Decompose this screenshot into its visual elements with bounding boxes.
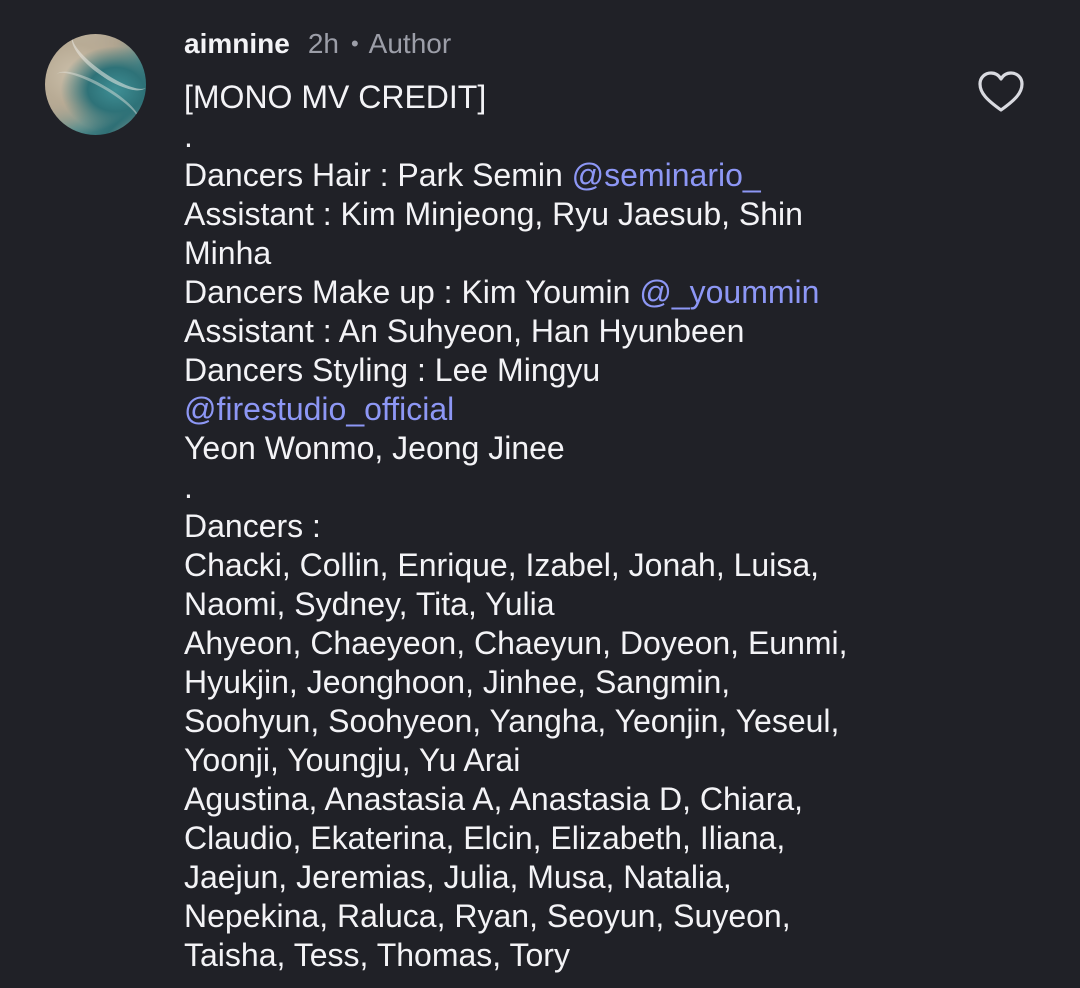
comment-text-line: . xyxy=(184,469,193,505)
comment-text-line: Ahyeon, Chaeyeon, Chaeyun, Doyeon, Eunmi… xyxy=(184,625,848,661)
separator-dot: • xyxy=(350,31,359,56)
comment-text-line: . xyxy=(184,118,193,154)
comment-text-line: Dancers Hair : Park Semin @seminario_ xyxy=(184,156,944,195)
comment-text-line: Assistant : An Suhyeon, Han Hyunbeen xyxy=(184,313,745,349)
comment-item: aimnine 2h • Author [MONO MV CREDIT] . D… xyxy=(0,0,1080,988)
comment-text-line: Nepekina, Raluca, Ryan, Seoyun, Suyeon, xyxy=(184,898,791,934)
comment-text-line: Yeon Wonmo, Jeong Jinee xyxy=(184,430,565,466)
credit-text: Dancers Hair : Park Semin xyxy=(184,157,572,193)
comment-text-line: Claudio, Ekaterina, Elcin, Elizabeth, Il… xyxy=(184,820,786,856)
mention-link[interactable]: @_yoummin xyxy=(639,274,819,310)
comment-text-line: Hyukjin, Jeonghoon, Jinhee, Sangmin, xyxy=(184,664,731,700)
comment-text-line: Naomi, Sydney, Tita, Yulia xyxy=(184,586,555,622)
heart-icon[interactable] xyxy=(977,70,1025,114)
comment-text-line: Jaejun, Jeremias, Julia, Musa, Natalia, xyxy=(184,859,732,895)
comment-text-line: Agustina, Anastasia A, Anastasia D, Chia… xyxy=(184,781,804,817)
comment-text-line: Minha xyxy=(184,235,272,271)
comment-text-line: Dancers Styling : Lee Mingyu xyxy=(184,352,601,388)
comment-text-line: [MONO MV CREDIT] xyxy=(184,79,487,115)
mention-link[interactable]: @firestudio_official xyxy=(184,390,944,429)
username-link[interactable]: aimnine xyxy=(184,28,290,60)
credit-text: Dancers Make up : Kim Youmin xyxy=(184,274,640,310)
comment-text-line: Dancers Make up : Kim Youmin @_yoummin xyxy=(184,273,944,312)
avatar[interactable] xyxy=(45,34,146,135)
timestamp: 2h xyxy=(307,28,339,59)
comment-text-line: Taisha, Tess, Thomas, Tory xyxy=(184,937,570,973)
author-badge: Author xyxy=(368,28,452,59)
comment-text-line: Yoonji, Youngju, Yu Arai xyxy=(184,742,521,778)
comment-body: [MONO MV CREDIT] . Dancers Hair : Park S… xyxy=(184,78,944,975)
comment-text-line: Assistant : Kim Minjeong, Ryu Jaesub, Sh… xyxy=(184,196,803,232)
comment-text-line: Dancers : xyxy=(184,508,321,544)
mention-link[interactable]: @seminario_ xyxy=(572,157,761,193)
comment-text-line: Chacki, Collin, Enrique, Izabel, Jonah, … xyxy=(184,547,820,583)
comment-text-line: Soohyun, Soohyeon, Yangha, Yeonjin, Yese… xyxy=(184,703,840,739)
comment-header: aimnine 2h • Author xyxy=(184,26,451,62)
